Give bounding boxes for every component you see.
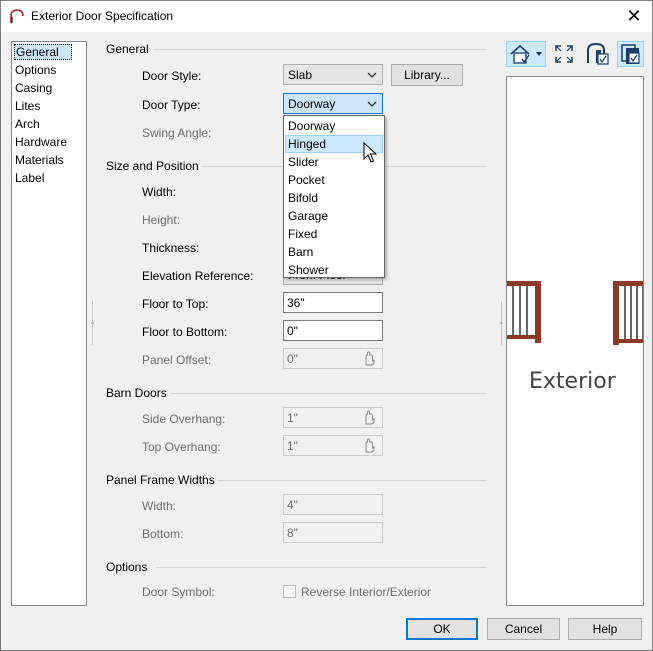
section-divider bbox=[156, 567, 487, 568]
floor-to-bottom-input[interactable]: 0" bbox=[283, 320, 383, 341]
thickness-label: Thickness: bbox=[142, 241, 200, 255]
panel-width-input: 4" bbox=[283, 494, 383, 515]
width-label: Width: bbox=[142, 185, 177, 199]
door-type-dropdown-list[interactable]: Doorway Hinged Slider Pocket Bifold Gara… bbox=[283, 115, 385, 278]
floor-to-top-label: Floor to Top: bbox=[142, 297, 209, 311]
show-backdrop-icon bbox=[621, 44, 640, 64]
top-overhang-value: 1" bbox=[287, 439, 298, 453]
section-divider bbox=[170, 393, 487, 394]
door-type-value: Doorway bbox=[288, 97, 336, 111]
hand-lock-icon bbox=[365, 438, 375, 453]
fill-window-icon bbox=[555, 45, 573, 63]
section-divider bbox=[217, 480, 487, 481]
section-panel-frame-heading: Panel Frame Widths bbox=[106, 473, 215, 487]
category-list[interactable]: General Options Casing Lites Arch Hardwa… bbox=[11, 41, 87, 606]
railing-left bbox=[507, 281, 541, 343]
chevron-down-icon bbox=[367, 101, 377, 107]
close-button[interactable]: ✕ bbox=[622, 5, 646, 27]
door-symbol-label: Door Symbol: bbox=[142, 585, 215, 599]
section-divider bbox=[153, 49, 487, 50]
swing-angle-label: Swing Angle: bbox=[142, 126, 212, 140]
show-3d-icon bbox=[587, 42, 609, 65]
railing-right bbox=[613, 281, 643, 345]
door-type-option-garage[interactable]: Garage bbox=[285, 207, 383, 225]
sidebar-item-general[interactable]: General bbox=[14, 44, 72, 60]
reverse-interior-exterior-label: Reverse Interior/Exterior bbox=[301, 585, 432, 599]
door-type-option-shower[interactable]: Shower bbox=[285, 261, 383, 279]
side-overhang-value: 1" bbox=[287, 411, 298, 425]
door-type-option-fixed[interactable]: Fixed bbox=[285, 225, 383, 243]
height-label: Height: bbox=[142, 213, 181, 227]
view-mode-button[interactable] bbox=[506, 41, 546, 67]
panel-bottom-label: Bottom: bbox=[142, 527, 184, 541]
hand-lock-icon bbox=[365, 351, 375, 366]
sidebar-item-label[interactable]: Label bbox=[14, 170, 44, 186]
dialog-window: Exterior Door Specification ✕ General Op… bbox=[0, 0, 653, 651]
panel-offset-value: 0" bbox=[287, 352, 298, 366]
fill-window-button[interactable] bbox=[551, 41, 577, 67]
top-overhang-input: 1" bbox=[283, 435, 383, 456]
sidebar-item-options[interactable]: Options bbox=[14, 62, 56, 78]
door-type-option-bifold[interactable]: Bifold bbox=[285, 189, 383, 207]
door-style-combo[interactable]: Slab bbox=[283, 64, 383, 85]
floor-to-bottom-label: Floor to Bottom: bbox=[142, 325, 228, 339]
section-general-heading: General bbox=[106, 42, 149, 56]
sidebar-item-arch[interactable]: Arch bbox=[14, 116, 40, 132]
show-3d-button[interactable] bbox=[584, 41, 612, 67]
preview-label-text: Exterior bbox=[529, 369, 616, 394]
left-splitter-handle[interactable] bbox=[91, 301, 94, 345]
sidebar-item-hardware[interactable]: Hardware bbox=[14, 134, 67, 150]
ok-button[interactable]: OK bbox=[406, 618, 478, 640]
door-type-option-doorway[interactable]: Doorway bbox=[285, 117, 383, 135]
door-style-value: Slab bbox=[288, 68, 313, 82]
hand-lock-icon bbox=[365, 410, 375, 425]
chevron-down-icon bbox=[367, 72, 377, 78]
cancel-button[interactable]: Cancel bbox=[487, 618, 560, 640]
elevation-reference-label: Elevation Reference: bbox=[142, 269, 254, 283]
door-type-option-pocket[interactable]: Pocket bbox=[285, 171, 383, 189]
right-splitter-handle[interactable] bbox=[500, 301, 503, 345]
window-title: Exterior Door Specification bbox=[31, 9, 174, 23]
library-button[interactable]: Library... bbox=[391, 64, 463, 86]
panel-offset-input: 0" bbox=[283, 348, 383, 369]
door-type-combo[interactable]: Doorway bbox=[283, 93, 383, 114]
help-button[interactable]: Help bbox=[568, 618, 642, 640]
section-size-position-heading: Size and Position bbox=[106, 159, 199, 173]
side-overhang-input: 1" bbox=[283, 407, 383, 428]
show-backdrop-button[interactable] bbox=[617, 41, 644, 67]
section-options-heading: Options bbox=[106, 560, 148, 574]
app-arch-icon bbox=[10, 9, 24, 23]
door-preview[interactable]: Exterior bbox=[506, 76, 644, 606]
reverse-interior-exterior-checkbox[interactable] bbox=[283, 585, 296, 598]
door-style-label: Door Style: bbox=[142, 69, 202, 83]
panel-width-label: Width: bbox=[142, 499, 177, 513]
panel-offset-label: Panel Offset: bbox=[142, 353, 212, 367]
side-overhang-label: Side Overhang: bbox=[142, 412, 226, 426]
door-type-label: Door Type: bbox=[142, 98, 201, 112]
section-barn-doors-heading: Barn Doors bbox=[106, 386, 167, 400]
top-overhang-label: Top Overhang: bbox=[142, 440, 221, 454]
mouse-pointer-icon bbox=[363, 142, 377, 163]
floor-to-top-input[interactable]: 36" bbox=[283, 292, 383, 313]
sidebar-item-casing[interactable]: Casing bbox=[14, 80, 52, 96]
door-type-option-barn[interactable]: Barn bbox=[285, 243, 383, 261]
house-view-icon bbox=[510, 44, 542, 64]
sidebar-item-materials[interactable]: Materials bbox=[14, 152, 64, 168]
panel-bottom-input: 8" bbox=[283, 522, 383, 543]
title-bar: Exterior Door Specification ✕ bbox=[1, 1, 652, 32]
close-icon: ✕ bbox=[626, 6, 642, 26]
sidebar-item-lites[interactable]: Lites bbox=[14, 98, 40, 114]
